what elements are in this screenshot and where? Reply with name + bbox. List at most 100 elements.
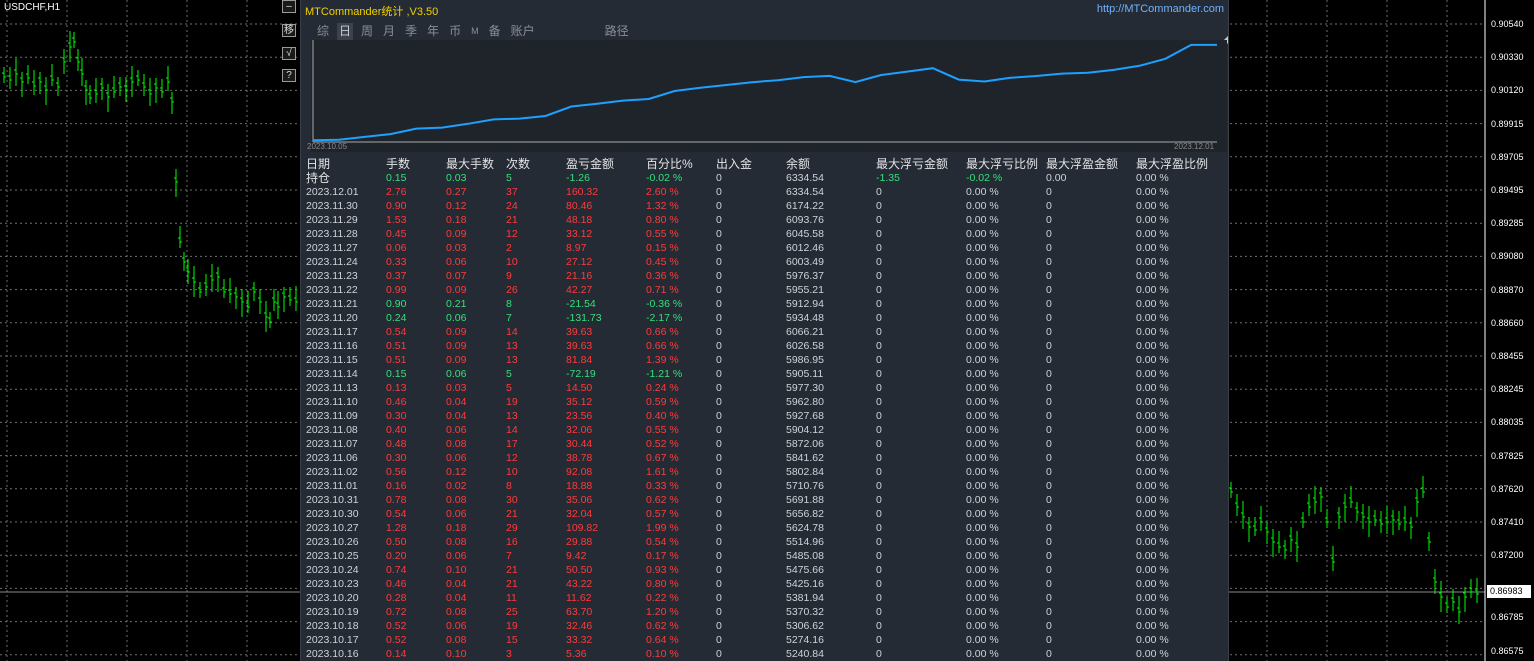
holding-max-float-profit: 0.00	[1046, 172, 1067, 184]
row-max-float-profit: 0	[1046, 228, 1052, 240]
row-pnl: 39.63	[566, 340, 593, 352]
row-max-lots: 0.08	[446, 494, 467, 506]
tab-magic[interactable]: M	[469, 23, 481, 40]
tab-path[interactable]: 路径	[603, 23, 631, 40]
row-max-float-profit-pct: 0.00 %	[1136, 634, 1169, 646]
row-max-lots: 0.04	[446, 578, 467, 590]
row-max-float-loss: 0	[876, 536, 882, 548]
tab-month[interactable]: 月	[381, 23, 397, 40]
current-price-label: 0.86983	[1487, 585, 1531, 598]
holding-max-float-loss: -1.35	[876, 172, 900, 184]
tab-note[interactable]: 备	[487, 23, 503, 40]
row-count: 19	[506, 396, 518, 408]
row-balance: 5691.88	[786, 494, 824, 506]
row-max-float-loss-pct: 0.00 %	[966, 200, 999, 212]
row-lots: 0.90	[386, 298, 407, 310]
row-count: 21	[506, 508, 518, 520]
row-lots: 0.78	[386, 494, 407, 506]
row-lots: 0.56	[386, 466, 407, 478]
tab-summary[interactable]: 综	[315, 23, 331, 40]
minimize-button[interactable]: –	[282, 0, 296, 13]
row-balance: 6334.54	[786, 186, 824, 198]
row-max-lots: 0.09	[446, 284, 467, 296]
row-max-float-loss: 0	[876, 522, 882, 534]
row-max-float-profit: 0	[1046, 340, 1052, 352]
row-max-lots: 0.03	[446, 242, 467, 254]
price-tick-label: 0.90540	[1491, 19, 1524, 29]
row-max-lots: 0.12	[446, 466, 467, 478]
row-deposit: 0	[716, 214, 722, 226]
tab-day[interactable]: 日	[337, 23, 354, 40]
tab-quarter[interactable]: 季	[403, 23, 419, 40]
row-balance: 6003.49	[786, 256, 824, 268]
row-max-float-profit-pct: 0.00 %	[1136, 508, 1169, 520]
row-max-float-loss-pct: 0.00 %	[966, 186, 999, 198]
table-row: 2023.11.01 0.16 0.02 8 18.88 0.33 % 0 5710.76 0 0…	[301, 479, 1228, 493]
website-link[interactable]: http://MTCommander.com	[1097, 3, 1224, 15]
row-max-lots: 0.18	[446, 522, 467, 534]
tab-week[interactable]: 周	[359, 23, 375, 40]
symbol-label: USDCHF,H1	[4, 2, 61, 13]
row-pct: 1.61 %	[646, 466, 679, 478]
row-count: 8	[506, 480, 512, 492]
row-max-float-loss-pct: 0.00 %	[966, 396, 999, 408]
row-balance: 5514.96	[786, 536, 824, 548]
row-max-float-loss: 0	[876, 340, 882, 352]
table-row: 2023.11.15 0.51 0.09 13 81.84 1.39 % 0 5986.95 0…	[301, 353, 1228, 367]
row-max-float-profit-pct: 0.00 %	[1136, 410, 1169, 422]
table-header: 日期 手数 最大手数 次数 盈亏金额 百分比% 出入金 余额 最大浮亏金额 最大…	[301, 157, 1228, 171]
row-date: 2023.11.09	[306, 410, 358, 422]
row-max-float-loss: 0	[876, 214, 882, 226]
tab-year[interactable]: 年	[425, 23, 441, 40]
row-lots: 0.28	[386, 592, 407, 604]
row-balance: 6045.58	[786, 228, 824, 240]
row-date: 2023.12.01	[306, 186, 359, 198]
table-row: 2023.11.27 0.06 0.03 2 8.97 0.15 % 0 6012.46 0 0.…	[301, 241, 1228, 255]
row-max-lots: 0.18	[446, 214, 467, 226]
row-count: 19	[506, 620, 518, 632]
row-lots: 0.20	[386, 550, 407, 562]
row-balance: 6012.46	[786, 242, 824, 254]
row-max-float-loss: 0	[876, 410, 882, 422]
row-balance: 5872.06	[786, 438, 824, 450]
check-button[interactable]: √	[282, 47, 296, 60]
row-max-float-profit: 0	[1046, 298, 1052, 310]
row-pct: 0.52 %	[646, 438, 679, 450]
row-lots: 0.30	[386, 452, 407, 464]
row-deposit: 0	[716, 592, 722, 604]
row-max-lots: 0.10	[446, 648, 467, 660]
stats-panel: MTCommander统计 ,V3.50 http://MTCommander.…	[300, 0, 1229, 661]
help-button[interactable]: ?	[282, 69, 296, 82]
table-row: 2023.10.27 1.28 0.18 29 109.82 1.99 % 0 5624.78…	[301, 521, 1228, 535]
row-max-float-profit: 0	[1046, 312, 1052, 324]
row-deposit: 0	[716, 186, 722, 198]
row-balance: 5240.84	[786, 648, 824, 660]
table-row: 2023.10.31 0.78 0.08 30 35.06 0.62 % 0 5691.88 0…	[301, 493, 1228, 507]
row-pnl: 35.06	[566, 494, 593, 506]
tab-currency[interactable]: 币	[447, 23, 463, 40]
tab-account[interactable]: 账户	[509, 23, 537, 40]
col-pnl: 盈亏金额	[566, 157, 615, 171]
row-pct: 1.32 %	[646, 200, 679, 212]
row-pct: 1.20 %	[646, 606, 679, 618]
row-max-float-loss-pct: 0.00 %	[966, 326, 999, 338]
row-lots: 0.52	[386, 634, 407, 646]
row-max-lots: 0.12	[446, 200, 467, 212]
price-tick-label: 0.89285	[1491, 218, 1524, 229]
row-lots: 0.13	[386, 382, 407, 394]
row-count: 26	[506, 284, 518, 296]
col-max-float-profit-pct: 最大浮盈比例	[1136, 157, 1209, 171]
row-max-float-loss: 0	[876, 634, 882, 646]
move-button[interactable]: 移	[282, 24, 296, 37]
row-max-lots: 0.27	[446, 186, 467, 198]
row-max-float-loss-pct: 0.00 %	[966, 466, 999, 478]
row-count: 13	[506, 410, 518, 422]
row-pnl: 32.46	[566, 620, 593, 632]
row-max-float-profit-pct: 0.00 %	[1136, 564, 1169, 576]
row-pnl: 33.12	[566, 228, 593, 240]
col-count: 次数	[506, 157, 531, 171]
row-lots: 0.99	[386, 284, 407, 296]
row-balance: 5955.21	[786, 284, 824, 296]
row-max-float-profit: 0	[1046, 606, 1052, 618]
row-count: 3	[506, 648, 512, 660]
